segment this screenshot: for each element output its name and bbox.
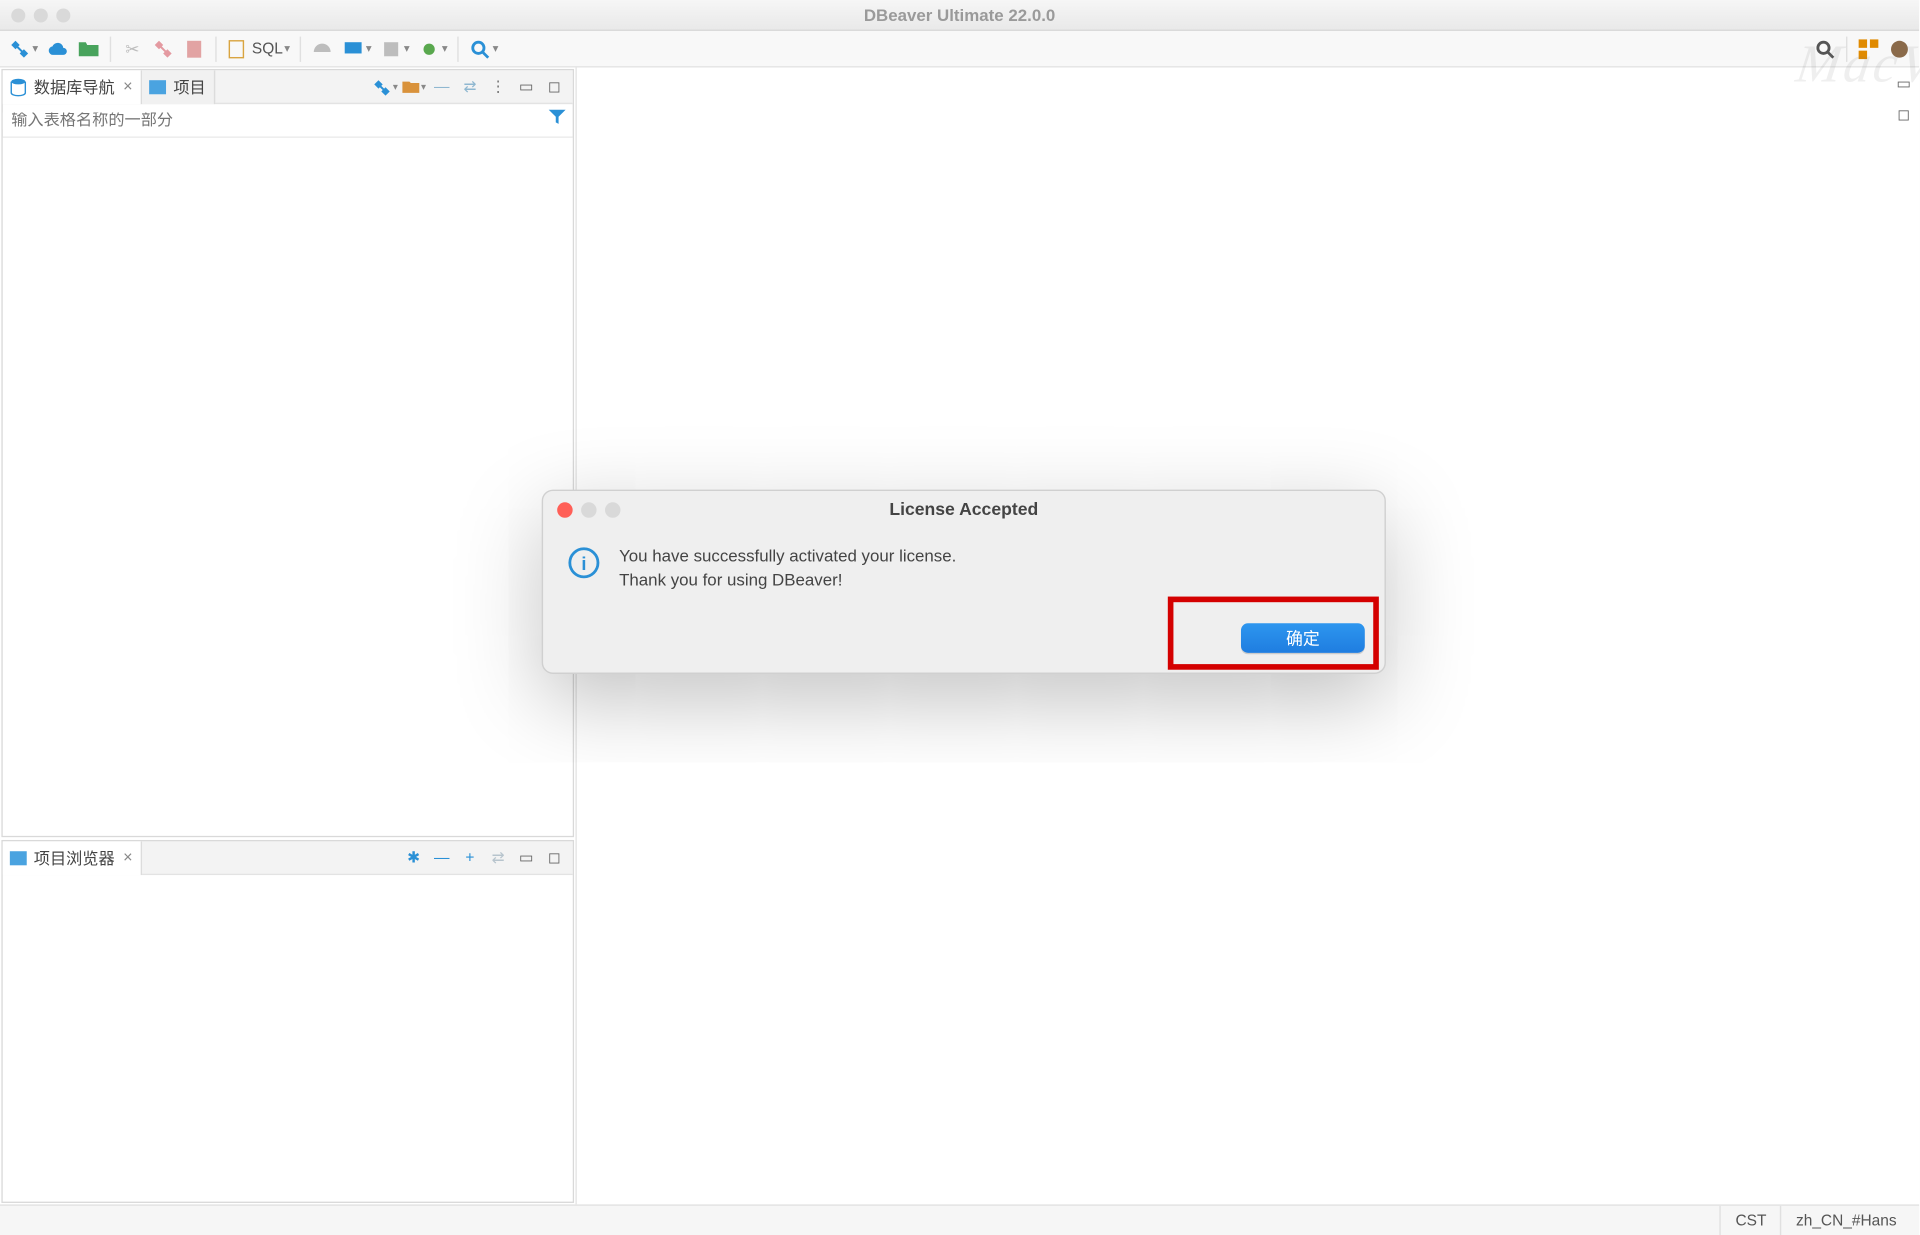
menu-icon[interactable]: ⋮ — [485, 74, 510, 99]
sql-label: SQL — [252, 40, 283, 57]
add-icon[interactable]: + — [457, 845, 482, 870]
project-explorer-tree[interactable] — [3, 875, 573, 1201]
new-connection-button[interactable]: ▾ — [6, 34, 41, 62]
collapse-icon[interactable]: — — [429, 74, 454, 99]
maximize-icon[interactable]: ◻ — [542, 845, 567, 870]
folder-icon — [148, 77, 168, 97]
cut-button[interactable]: ✂ — [118, 34, 146, 62]
left-sidebar: 数据库导航 × 项目 ▾ ▾ — ⇄ ⋮ ▭ ◻ — [0, 68, 577, 1205]
status-timezone: CST — [1720, 1206, 1781, 1235]
tab-projects-label: 项目 — [173, 75, 205, 98]
minimize-icon[interactable]: ▭ — [514, 74, 539, 99]
minimize-icon[interactable]: ▭ — [514, 845, 539, 870]
filter-input[interactable] — [3, 112, 542, 129]
db-navigator-panel: 数据库导航 × 项目 ▾ ▾ — ⇄ ⋮ ▭ ◻ — [1, 69, 574, 837]
plug-button[interactable] — [149, 34, 177, 62]
editor-minimize-icon[interactable]: ▭ — [1891, 70, 1916, 95]
separator — [457, 36, 458, 61]
close-icon[interactable]: × — [123, 849, 132, 866]
tab-db-navigator-label: 数据库导航 — [34, 75, 115, 98]
link-icon[interactable]: ⇄ — [457, 74, 482, 99]
project-explorer-panel: 项目浏览器 × ✱ — + ⇄ ▭ ◻ — [1, 840, 574, 1203]
separator — [215, 36, 216, 61]
dialog-body: i You have successfully activated your l… — [543, 528, 1384, 595]
tab-projects[interactable]: 项目 — [142, 70, 215, 104]
connect-icon[interactable]: ▾ — [373, 74, 398, 99]
gear-icon[interactable]: ✱ — [401, 845, 426, 870]
search-button[interactable]: ▾ — [466, 34, 501, 62]
filter-row — [3, 104, 573, 138]
statusbar: CST zh_CN_#Hans — [0, 1204, 1919, 1235]
folder-refresh-button[interactable] — [75, 34, 103, 62]
collapse-icon[interactable]: — — [429, 845, 454, 870]
tab-project-explorer-label: 项目浏览器 — [34, 846, 115, 869]
filter-icon[interactable] — [542, 107, 573, 134]
dbeaver-app-icon[interactable] — [1885, 34, 1913, 62]
dialog-title: License Accepted — [543, 499, 1384, 519]
presentation-button[interactable]: ▾ — [339, 34, 374, 62]
dialog-message: You have successfully activated your lic… — [619, 545, 956, 592]
dashboard-button[interactable] — [308, 34, 336, 62]
db-navigator-tabs: 数据库导航 × 项目 ▾ ▾ — ⇄ ⋮ ▭ ◻ — [3, 70, 573, 104]
folder-icon[interactable]: ▾ — [401, 74, 426, 99]
device-button[interactable]: ▾ — [377, 34, 412, 62]
link-icon[interactable]: ⇄ — [485, 845, 510, 870]
db-navigator-toolbar: ▾ ▾ — ⇄ ⋮ ▭ ◻ — [373, 74, 573, 99]
ok-button[interactable]: 确定 — [1241, 623, 1365, 653]
separator — [300, 36, 301, 61]
separator — [110, 36, 111, 61]
editor-maximize-icon[interactable]: ◻ — [1891, 101, 1916, 126]
perspective-button[interactable] — [1854, 34, 1882, 62]
dialog-buttons: 确定 — [543, 595, 1384, 672]
separator — [1846, 36, 1847, 61]
dialog-line2: Thank you for using DBeaver! — [619, 568, 956, 592]
search-right-button[interactable] — [1811, 34, 1839, 62]
maximize-icon[interactable]: ◻ — [542, 74, 567, 99]
cloud-button[interactable] — [44, 34, 72, 62]
license-accepted-dialog: License Accepted i You have successfully… — [542, 490, 1386, 674]
dialog-titlebar: License Accepted — [543, 491, 1384, 528]
project-explorer-tabs: 项目浏览器 × ✱ — + ⇄ ▭ ◻ — [3, 841, 573, 875]
main-toolbar: ▾ ✂ SQL▾ ▾ ▾ ▾ ▾ — [0, 31, 1919, 68]
main-titlebar: DBeaver Ultimate 22.0.0 — [0, 0, 1919, 31]
window-title: DBeaver Ultimate 22.0.0 — [0, 5, 1919, 25]
db-navigator-tree[interactable] — [3, 138, 573, 836]
status-locale: zh_CN_#Hans — [1780, 1206, 1919, 1235]
close-icon[interactable]: × — [123, 78, 132, 95]
tab-db-navigator[interactable]: 数据库导航 × — [3, 70, 143, 104]
sql-editor-button[interactable]: SQL▾ — [224, 34, 293, 62]
tab-project-explorer[interactable]: 项目浏览器 × — [3, 841, 143, 875]
database-icon — [8, 77, 28, 97]
folder-icon — [8, 848, 28, 868]
info-icon: i — [568, 547, 599, 578]
project-explorer-toolbar: ✱ — + ⇄ ▭ ◻ — [401, 845, 573, 870]
dialog-line1: You have successfully activated your lic… — [619, 545, 956, 569]
bug-button[interactable]: ▾ — [415, 34, 450, 62]
paste-button[interactable] — [180, 34, 208, 62]
